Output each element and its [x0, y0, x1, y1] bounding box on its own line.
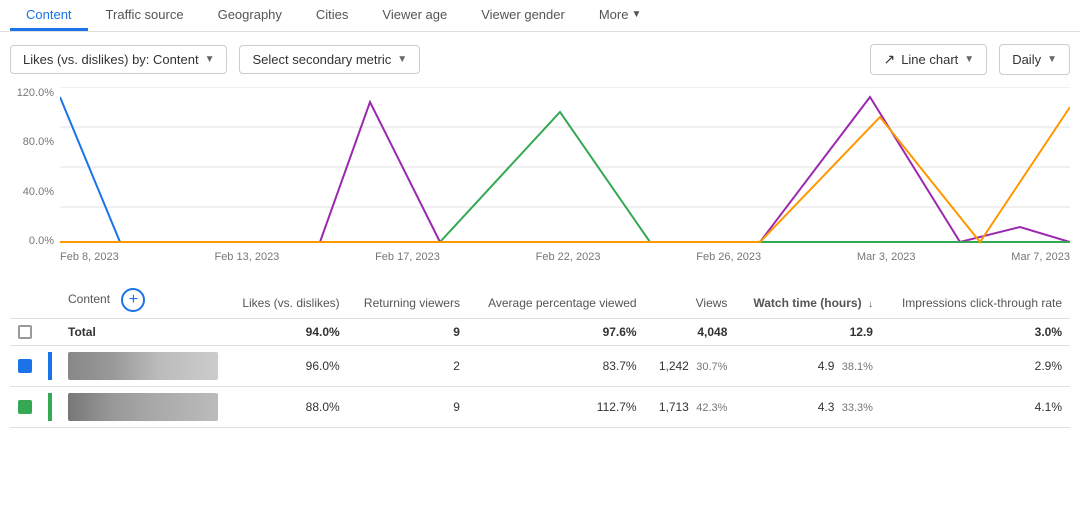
- add-icon: +: [129, 291, 138, 309]
- row1-returning: 2: [348, 346, 468, 387]
- row2-checkbox[interactable]: [18, 400, 32, 414]
- data-table: Content + Likes (vs. dislikes) Returning…: [10, 282, 1070, 428]
- row2-watch-time: 4.3 33.3%: [735, 387, 881, 428]
- x-label-feb8: Feb 8, 2023: [60, 251, 119, 263]
- sort-desc-icon: ↓: [868, 299, 873, 310]
- row1-color-cell: [40, 346, 60, 387]
- row2-avg-pct: 112.7%: [468, 387, 645, 428]
- total-impressions: 3.0%: [881, 319, 1070, 346]
- header-watch-time[interactable]: Watch time (hours) ↓: [735, 282, 881, 319]
- row2-content: [60, 387, 226, 428]
- line-chart-icon: ↗: [883, 51, 895, 68]
- secondary-metric-arrow-icon: ▼: [397, 54, 407, 65]
- nav-tabs: Content Traffic source Geography Cities …: [0, 0, 1080, 32]
- x-label-feb13: Feb 13, 2023: [214, 251, 279, 263]
- header-avg-pct: Average percentage viewed: [468, 282, 645, 319]
- toolbar: Likes (vs. dislikes) by: Content ▼ Selec…: [0, 32, 1080, 87]
- time-period-arrow-icon: ▼: [1047, 54, 1057, 65]
- x-axis: Feb 8, 2023 Feb 13, 2023 Feb 17, 2023 Fe…: [10, 251, 1070, 263]
- table-header-row: Content + Likes (vs. dislikes) Returning…: [10, 282, 1070, 319]
- row2-returning: 9: [348, 387, 468, 428]
- x-label-feb22: Feb 22, 2023: [536, 251, 601, 263]
- header-views: Views: [645, 282, 736, 319]
- row1-checkbox-cell: [10, 346, 40, 387]
- total-watch-time: 12.9: [735, 319, 881, 346]
- total-checkbox[interactable]: [18, 325, 32, 339]
- header-likes: Likes (vs. dislikes): [226, 282, 348, 319]
- total-views: 4,048: [645, 319, 736, 346]
- primary-metric-arrow-icon: ▼: [205, 54, 215, 65]
- x-label-mar3: Mar 3, 2023: [857, 251, 916, 263]
- row1-content: [60, 346, 226, 387]
- row1-impressions: 2.9%: [881, 346, 1070, 387]
- row2-impressions: 4.1%: [881, 387, 1070, 428]
- row2-views: 1,713 42.3%: [645, 387, 736, 428]
- total-color-bar-cell: [40, 319, 60, 346]
- chart-type-dropdown[interactable]: ↗ Line chart ▼: [870, 44, 987, 75]
- row2-checkbox-cell: [10, 387, 40, 428]
- chart-inner: 120.0% 80.0% 40.0% 0.0%: [10, 87, 1070, 247]
- total-row: Total 94.0% 9 97.6% 4,048 12.9 3.0%: [10, 319, 1070, 346]
- total-likes: 94.0%: [226, 319, 348, 346]
- total-returning: 9: [348, 319, 468, 346]
- data-table-section: Content + Likes (vs. dislikes) Returning…: [0, 282, 1080, 428]
- tab-viewer-gender[interactable]: Viewer gender: [465, 1, 581, 31]
- chart-container: 120.0% 80.0% 40.0% 0.0%: [0, 87, 1080, 282]
- primary-metric-dropdown[interactable]: Likes (vs. dislikes) by: Content ▼: [10, 45, 227, 74]
- row1-avg-pct: 83.7%: [468, 346, 645, 387]
- header-color-col: [40, 282, 60, 319]
- tab-content[interactable]: Content: [10, 1, 88, 31]
- tab-viewer-age[interactable]: Viewer age: [366, 1, 463, 31]
- header-content: Content +: [60, 282, 226, 319]
- row1-checkbox[interactable]: [18, 359, 32, 373]
- table-row: 88.0% 9 112.7% 1,713 42.3% 4.3 33.3% 4.1…: [10, 387, 1070, 428]
- table-row: 96.0% 2 83.7% 1,242 30.7% 4.9 38.1% 2.9%: [10, 346, 1070, 387]
- y-axis: 120.0% 80.0% 40.0% 0.0%: [10, 87, 60, 247]
- chart-type-arrow-icon: ▼: [964, 54, 974, 65]
- y-label-40: 40.0%: [10, 186, 60, 198]
- x-label-feb26: Feb 26, 2023: [696, 251, 761, 263]
- x-label-mar7: Mar 7, 2023: [1011, 251, 1070, 263]
- row2-likes: 88.0%: [226, 387, 348, 428]
- total-avg-pct: 97.6%: [468, 319, 645, 346]
- tab-geography[interactable]: Geography: [202, 1, 298, 31]
- row1-watch-time: 4.9 38.1%: [735, 346, 881, 387]
- header-returning: Returning viewers: [348, 282, 468, 319]
- time-period-dropdown[interactable]: Daily ▼: [999, 44, 1070, 75]
- more-arrow-icon: ▼: [631, 9, 641, 20]
- header-impressions: Impressions click-through rate: [881, 282, 1070, 319]
- chart-svg-area: [60, 87, 1070, 247]
- tab-more[interactable]: More ▼: [583, 1, 658, 31]
- y-label-80: 80.0%: [10, 136, 60, 148]
- total-label: Total: [60, 319, 226, 346]
- y-label-120: 120.0%: [10, 87, 60, 99]
- tab-traffic-source[interactable]: Traffic source: [90, 1, 200, 31]
- secondary-metric-dropdown[interactable]: Select secondary metric ▼: [239, 45, 420, 74]
- y-label-0: 0.0%: [10, 235, 60, 247]
- total-checkbox-cell: [10, 319, 40, 346]
- header-checkbox-cell: [10, 282, 40, 319]
- toolbar-right: ↗ Line chart ▼ Daily ▼: [870, 44, 1070, 75]
- add-column-button[interactable]: +: [121, 288, 145, 312]
- row1-likes: 96.0%: [226, 346, 348, 387]
- tab-cities[interactable]: Cities: [300, 1, 365, 31]
- row2-color-cell: [40, 387, 60, 428]
- row1-views: 1,242 30.7%: [645, 346, 736, 387]
- x-label-feb17: Feb 17, 2023: [375, 251, 440, 263]
